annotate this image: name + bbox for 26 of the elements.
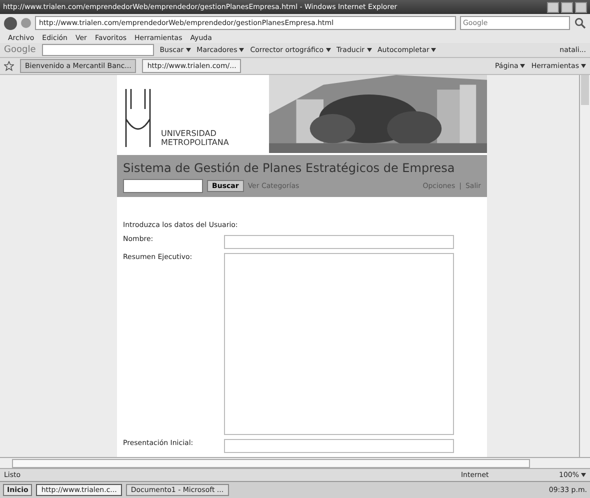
google-search-field[interactable] [42, 44, 154, 56]
caret-icon [581, 64, 586, 68]
caret-icon [366, 48, 372, 52]
search-icon[interactable] [574, 17, 586, 29]
input-field[interactable] [224, 439, 454, 453]
university-logo-icon [123, 89, 153, 149]
caret-icon [431, 48, 436, 52]
input-field[interactable] [224, 235, 454, 249]
logo-text: METROPOLITANA [161, 138, 229, 147]
caret-icon [326, 48, 331, 52]
search-field[interactable] [123, 179, 203, 193]
caret-icon [239, 48, 244, 52]
caret-icon [186, 48, 191, 52]
close-button[interactable] [575, 2, 587, 12]
google-toolbar-label: Google [4, 45, 36, 55]
forward-button[interactable] [21, 18, 31, 28]
vertical-scrollbar[interactable] [579, 75, 590, 457]
caret-icon [581, 473, 586, 478]
logo-text: UNIVERSIDAD [161, 129, 218, 138]
caret-icon [520, 64, 526, 68]
minimize-button[interactable] [547, 2, 559, 12]
maximize-button[interactable] [561, 2, 573, 12]
horizontal-scrollbar[interactable] [0, 457, 590, 469]
page-title: Sistema de Gestión de Planes Estratégicos de Empresa [123, 161, 456, 175]
star-icon[interactable] [4, 61, 14, 71]
back-button[interactable] [4, 16, 17, 30]
